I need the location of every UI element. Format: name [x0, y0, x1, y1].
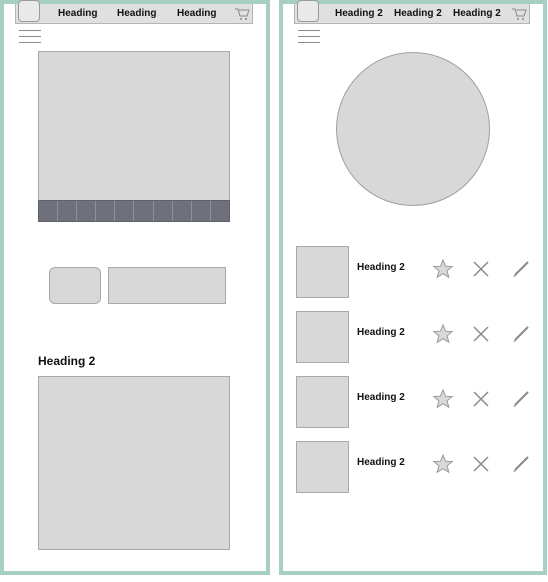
cart-icon[interactable]	[234, 7, 250, 21]
hero-image-placeholder	[38, 51, 230, 222]
star-icon[interactable]	[432, 388, 454, 410]
close-icon[interactable]	[470, 323, 492, 345]
thumbnail-cell[interactable]	[154, 201, 173, 221]
hamburger-icon[interactable]	[298, 30, 320, 46]
list-item-thumbnail	[296, 441, 349, 493]
list-item-heading: Heading 2	[357, 262, 405, 273]
list-item: Heading 2	[296, 441, 532, 493]
nav-link-1[interactable]: Heading	[58, 8, 97, 19]
thumbnail-cell[interactable]	[39, 201, 59, 221]
circle-image-placeholder	[336, 52, 490, 206]
pencil-icon[interactable]	[510, 323, 532, 345]
hamburger-icon[interactable]	[19, 30, 41, 46]
star-icon[interactable]	[432, 258, 454, 280]
list-item: Heading 2	[296, 246, 532, 298]
list-item-thumbnail	[296, 311, 349, 363]
right-wireframe-panel: Heading 2 Heading 2 Heading 2 Heading 2 …	[279, 0, 547, 575]
star-icon[interactable]	[432, 323, 454, 345]
list-item: Heading 2	[296, 311, 532, 363]
nav-link-2[interactable]: Heading 2	[394, 8, 442, 19]
list-item-heading: Heading 2	[357, 457, 405, 468]
thumbnail-cell[interactable]	[96, 201, 116, 221]
list-item-thumbnail	[296, 376, 349, 428]
pencil-icon[interactable]	[510, 258, 532, 280]
pencil-icon[interactable]	[510, 453, 532, 475]
nav-link-2[interactable]: Heading	[117, 8, 156, 19]
thumbnail-cell[interactable]	[58, 201, 78, 221]
close-icon[interactable]	[470, 453, 492, 475]
section-heading: Heading 2	[38, 354, 96, 368]
logo-placeholder-icon[interactable]	[297, 0, 319, 22]
nav-link-3[interactable]: Heading	[177, 8, 216, 19]
close-icon[interactable]	[470, 388, 492, 410]
small-button[interactable]	[49, 267, 101, 304]
thumbnail-cell[interactable]	[192, 201, 211, 221]
nav-link-1[interactable]: Heading 2	[335, 8, 383, 19]
wide-input-field[interactable]	[108, 267, 226, 304]
thumbnail-cell[interactable]	[115, 201, 135, 221]
left-wireframe-panel: Heading Heading Heading Heading 2	[0, 0, 270, 575]
list-item: Heading 2	[296, 376, 532, 428]
cart-icon[interactable]	[511, 7, 527, 21]
pencil-icon[interactable]	[510, 388, 532, 410]
list-item-heading: Heading 2	[357, 327, 405, 338]
top-navigation-bar: Heading 2 Heading 2 Heading 2	[294, 0, 530, 24]
content-block-placeholder	[38, 376, 230, 550]
logo-placeholder-icon[interactable]	[18, 0, 40, 22]
nav-link-3[interactable]: Heading 2	[453, 8, 501, 19]
thumbnail-strip	[38, 200, 230, 222]
top-navigation-bar: Heading Heading Heading	[15, 0, 253, 24]
thumbnail-cell[interactable]	[77, 201, 97, 221]
list-item-heading: Heading 2	[357, 392, 405, 403]
list-item-thumbnail	[296, 246, 349, 298]
star-icon[interactable]	[432, 453, 454, 475]
thumbnail-cell[interactable]	[134, 201, 154, 221]
thumbnail-cell[interactable]	[173, 201, 192, 221]
thumbnail-cell[interactable]	[211, 201, 229, 221]
close-icon[interactable]	[470, 258, 492, 280]
